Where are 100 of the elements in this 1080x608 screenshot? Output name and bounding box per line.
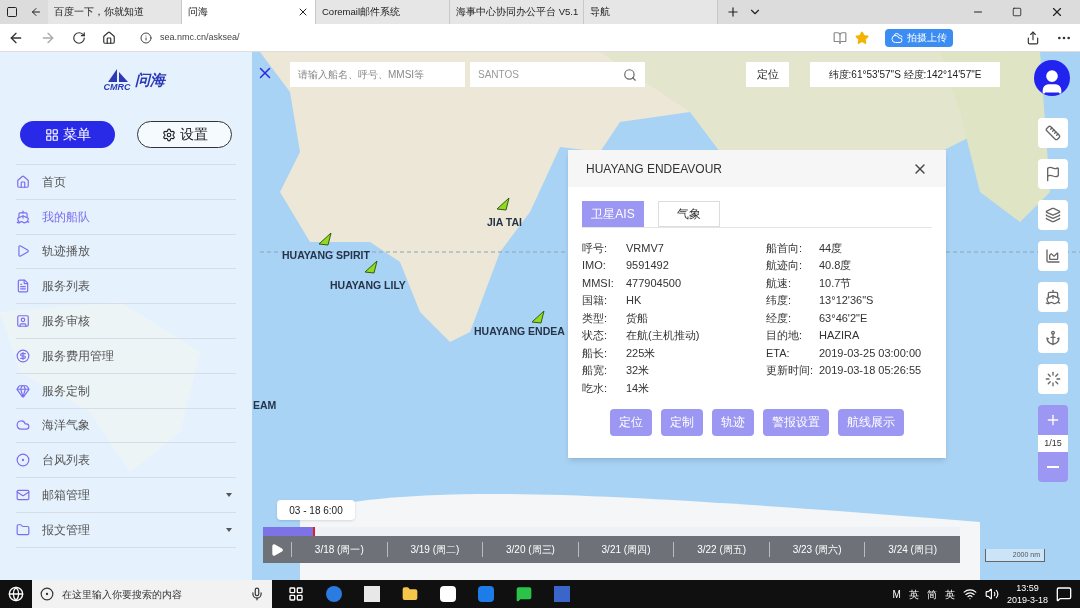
browser-tab[interactable]: Coremail邮件系统 [316,0,450,24]
ship-search-field[interactable]: SANTOS [470,62,645,87]
clock-date[interactable]: 2019-3-18 [1006,594,1048,606]
grid-icon [44,127,59,142]
day-label[interactable]: 3/19 (周二) [386,542,483,557]
field-label: 状态: [582,328,609,343]
field-label: 吃水: [582,380,609,396]
menu-item[interactable]: 服务费用管理 [16,339,236,374]
ship-label[interactable]: HUAYANG LILY [330,278,406,294]
bell-app-icon[interactable] [478,586,494,602]
user-card-icon [16,314,30,329]
home-icon[interactable] [102,30,116,45]
tray-label[interactable]: 英 [908,586,919,602]
menu-item[interactable]: 海洋气象 [16,408,236,444]
ship-search-input[interactable]: SANTOS [478,67,618,82]
book-icon[interactable] [833,30,847,45]
maximize-icon[interactable] [1012,7,1022,17]
menu-item[interactable]: 服务列表 [16,269,236,305]
menu-toggle-button[interactable]: 菜单 [20,121,115,148]
menu-item[interactable]: 服务定制 [16,373,236,409]
menu-item[interactable]: 报文管理 [16,512,236,548]
address-field[interactable]: sea.nmc.cn/asksea/ [132,26,877,49]
browser-tab[interactable]: 问海 [182,0,316,24]
ship-marker[interactable] [364,260,378,274]
volume-icon[interactable] [984,587,999,601]
cloud-app-icon[interactable] [440,586,456,602]
plus-icon [1045,412,1061,428]
menu-item[interactable]: 台风列表 [16,443,236,479]
field-value: 9591492 [626,258,669,273]
edge-app-icon[interactable] [326,586,342,602]
field-label: 船宽: [582,363,609,378]
tray-label[interactable]: M [892,586,901,602]
menu-item[interactable]: 服务审核 [16,304,236,339]
day-label[interactable]: 3/18 (周一) [291,542,387,557]
day-label[interactable]: 3/24 (周日) [864,542,961,557]
field-value: 32米 [626,363,650,378]
browser-tab[interactable]: 导航 [584,0,718,24]
map-tool-button[interactable] [1038,364,1068,394]
ship-label[interactable]: EAM [253,398,277,414]
popup-tab[interactable]: 气象 [658,201,720,227]
map-tool-button[interactable] [1038,159,1068,189]
tray-label[interactable]: 简 [926,586,937,602]
gem-icon [16,383,30,398]
folder-icon[interactable] [402,586,418,602]
logo-mark: CMRC [103,82,131,92]
search-field[interactable]: 请输入船名、呼号、MMSI等 [290,62,465,87]
map-tool-button[interactable] [1038,118,1068,148]
notification-icon[interactable] [1056,586,1072,602]
ship-label[interactable]: JIA TAI [487,215,522,231]
play-icon [16,244,30,259]
mic-icon[interactable] [250,587,264,601]
field-value: HK [626,293,642,308]
field-label: ETA: [766,345,791,361]
ship-marker[interactable] [318,232,332,246]
menu-item[interactable]: 首页 [16,165,236,200]
browser-tab[interactable]: 百度一下，你就知道 [48,0,182,24]
day-label[interactable]: 3/22 (周五) [673,542,769,557]
close-icon[interactable] [297,6,309,18]
ship-marker[interactable] [531,310,545,324]
map-tool-button[interactable] [1038,200,1068,230]
field-label: 目的地: [766,328,804,343]
taskbar-search-field[interactable]: 在这里输入你要搜索的内容 [32,580,272,608]
day-label[interactable]: 3/23 (周六) [768,542,865,557]
close-icon[interactable] [1050,5,1064,19]
menu-item[interactable]: 邮箱管理 [16,478,236,513]
ship-marker[interactable] [496,197,510,211]
browser-tab[interactable]: 海事中心协同办公平台 V5.1 [450,0,584,24]
day-label[interactable]: 3/21 (周四) [577,542,674,557]
chat-app-icon[interactable] [516,586,532,602]
back-tab-icon[interactable] [30,6,42,18]
new-tab-icon[interactable] [726,5,740,19]
tabs-icon[interactable] [6,6,18,18]
menu-toggle-button[interactable]: 设置 [137,121,232,148]
tray-label[interactable]: 英 [944,586,955,602]
day-label[interactable]: 3/20 (周三) [482,542,578,557]
map-tool-button[interactable] [1038,323,1068,353]
ruler-icon [1045,125,1061,141]
progress-track[interactable] [263,527,960,536]
ship-label[interactable]: HUAYANG ENDEA [474,324,565,340]
zoom-out-button[interactable] [1038,452,1068,482]
search-icon[interactable] [623,67,637,82]
mail-icon [16,488,30,503]
play-icon[interactable] [270,542,284,557]
start-icon[interactable] [8,586,24,602]
menu-item[interactable]: 我的船队 [16,199,236,235]
field-label: 船长: [582,345,609,361]
map-tool-button[interactable] [1038,282,1068,312]
clock-time[interactable]: 13:59 [1016,582,1039,594]
star-icon[interactable] [855,30,869,45]
field-value: 477904500 [626,275,682,291]
locate-button[interactable]: 定位 [746,62,789,87]
refresh-icon[interactable] [72,30,86,45]
ship-label[interactable]: HUAYANG SPIRIT [282,248,370,264]
menu-item[interactable]: 轨迹播放 [16,234,236,270]
field-label: 更新时间: [766,363,815,378]
map-tool-button[interactable] [1038,241,1068,271]
wifi-icon[interactable] [962,587,977,601]
field-label: IMO: [582,258,607,273]
share-icon[interactable] [1026,30,1040,45]
task-view-icon[interactable] [288,586,304,602]
